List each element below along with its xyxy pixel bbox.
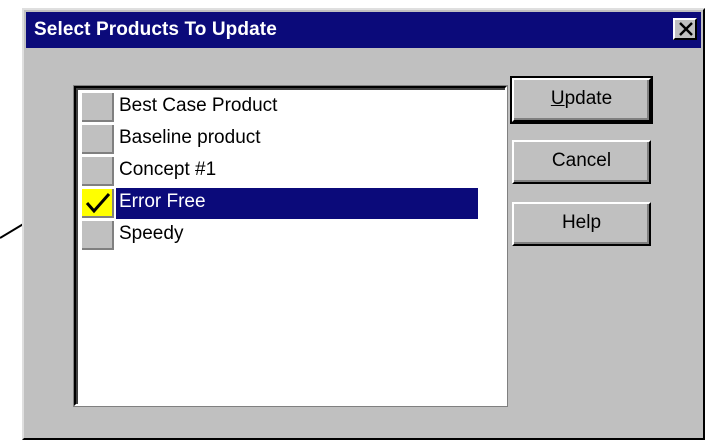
checkbox[interactable] (82, 157, 114, 186)
list-item-best-case-product[interactable]: Best Case Product (80, 90, 478, 122)
checkbox-checked[interactable] (82, 189, 114, 218)
cancel-label: Cancel (551, 150, 612, 171)
list-item-concept-1[interactable]: Concept #1 (80, 154, 478, 186)
checkbox[interactable] (82, 93, 114, 122)
list-item-label: Concept #1 (119, 159, 217, 180)
help-label: Help (561, 212, 602, 233)
close-button[interactable] (673, 18, 697, 40)
page: Select Products To Update Best Case Prod… (0, 0, 707, 445)
cancel-button[interactable]: Cancel (512, 140, 651, 184)
select-products-dialog: Select Products To Update Best Case Prod… (22, 8, 705, 440)
checkbox[interactable] (82, 125, 114, 154)
checkmark-icon (85, 193, 111, 214)
title-bar[interactable]: Select Products To Update (26, 12, 701, 48)
update-button[interactable]: Update (510, 76, 653, 124)
checkbox[interactable] (82, 221, 114, 250)
list-item-label: Baseline product (119, 127, 261, 148)
help-button[interactable]: Help (512, 202, 651, 246)
window-title: Select Products To Update (34, 19, 277, 40)
close-icon (679, 22, 693, 36)
update-label-rest: pdate (564, 88, 613, 109)
list-item-label: Error Free (116, 188, 478, 219)
list-item-label: Speedy (119, 223, 184, 244)
product-listbox[interactable]: Best Case Product Baseline product Conce… (74, 86, 507, 406)
list-item-error-free[interactable]: Error Free (80, 186, 478, 219)
list-item-speedy[interactable]: Speedy (80, 218, 478, 250)
update-mnemonic: U (550, 88, 565, 109)
list-item-baseline-product[interactable]: Baseline product (80, 122, 478, 154)
list-item-label: Best Case Product (119, 95, 278, 116)
listbox-frame: Best Case Product Baseline product Conce… (76, 88, 505, 404)
